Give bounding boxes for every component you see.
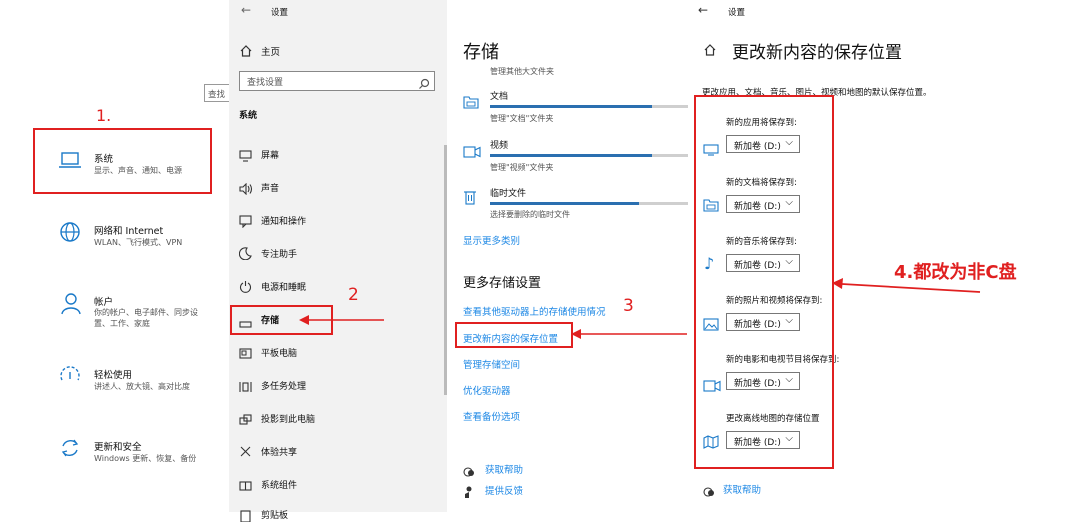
usage-bar-fill [490,105,653,108]
settings-home-panel: 查找 1. 系统 显示、声音、通知、电源 网络和 Internet WLAN、飞… [0,0,229,512]
link-backup-options[interactable]: 查看备份选项 [463,409,520,423]
sidebar-item-display[interactable]: 屏幕 [239,145,435,163]
category-title: 更新和安全 [94,442,142,453]
category-title: 网络和 Internet [94,226,164,237]
storage-item-videos[interactable]: 视频 管理"视频"文件夹 [463,135,688,175]
ease-of-access-icon [58,364,82,392]
feedback-person-icon [464,483,474,502]
category-title: 帐户 [94,297,114,308]
home-icon[interactable] [703,42,717,61]
person-icon [60,292,82,320]
usage-bar [490,105,688,108]
category-accounts[interactable]: 帐户 你的帐户、电子邮件、同步设置、工作、家庭 [58,290,223,336]
power-icon [239,278,252,297]
sidebar-item-shared-experiences[interactable]: 体验共享 [239,442,435,460]
trash-icon [463,189,477,209]
storage-item-documents[interactable]: 文档 管理"文档"文件夹 [463,86,688,126]
sidebar-item-project[interactable]: 投影到此电脑 [239,409,435,427]
link-optimize-drives[interactable]: 优化驱动器 [463,383,511,397]
sync-icon [58,436,82,464]
category-sub: 讲述人、放大镜、高对比度 [94,382,190,391]
item-sub: 管理其他大文件夹 [490,67,554,76]
sidebar-item-sound[interactable]: 声音 [239,178,435,196]
category-update-security[interactable]: 更新和安全 Windows 更新、恢复、备份 [58,434,223,470]
page-title: 更改新内容的保存位置 [732,43,902,63]
search-box-partial[interactable]: 查找 [204,84,229,102]
category-system[interactable]: 系统 显示、声音、通知、电源 [58,146,218,182]
notification-icon [239,213,252,232]
link-manage-storage-spaces[interactable]: 管理存储空间 [463,357,520,371]
sidebar-item-system-components[interactable]: 系统组件 [239,475,435,493]
category-sub: WLAN、飞行模式、VPN [94,238,183,247]
storage-page-panel: 存储 管理其他大文件夹 文档 管理"文档"文件夹 视频 管理"视频"文件夹 临时… [447,0,690,512]
save-locations-panel: ← 设置 更改新内容的保存位置 更改应用、文档、音乐、图片、视频和地图的默认保存… [690,0,1080,512]
tablet-icon [239,345,252,364]
project-icon [239,411,252,430]
section-heading: 系统 [239,111,258,121]
feedback-link[interactable]: 提供反馈 [463,483,583,498]
components-icon [239,477,252,496]
storage-item-temp-files[interactable]: 临时文件 选择要删除的临时文件 [463,183,688,223]
sidebar-item-tablet[interactable]: 平板电脑 [239,343,435,361]
category-sub: 显示、声音、通知、电源 [94,166,182,175]
page-title: 存储 [463,42,499,63]
show-more-link[interactable]: 显示更多类别 [463,233,520,247]
category-network[interactable]: 网络和 Internet WLAN、飞行模式、VPN [58,218,223,254]
category-ease-of-access[interactable]: 轻松使用 讲述人、放大镜、高对比度 [58,362,223,398]
sidebar-item-notifications[interactable]: 通知和操作 [239,211,435,229]
back-arrow-icon[interactable]: ← [698,3,708,17]
back-arrow-icon[interactable]: ← [241,3,251,17]
step1-annotation: 1. [96,106,112,125]
speaker-icon [239,180,253,199]
multitask-icon [239,378,252,397]
usage-bar-fill [490,202,639,205]
sidebar-item-multitasking[interactable]: 多任务处理 [239,376,435,394]
help-chat-icon [463,463,475,482]
help-chat-icon [703,483,715,502]
window-title: 设置 [728,8,746,18]
globe-icon [58,220,82,248]
get-help-link[interactable]: 获取帮助 [463,462,583,477]
window-title: 设置 [271,8,289,18]
share-icon [239,443,252,462]
sidebar-item-focus-assist[interactable]: 专注助手 [238,244,435,264]
link-other-drives[interactable]: 查看其他驱动器上的存储使用情况 [463,304,606,318]
get-help-link[interactable]: 获取帮助 [703,482,823,497]
step4-annotation: 4.都改为非C盘 [894,262,1017,283]
section-heading: 更多存储设置 [463,276,542,291]
highlight-save-location [455,322,573,348]
moon-icon [238,245,252,264]
search-icon[interactable] [418,75,430,94]
clipboard-icon [239,507,252,526]
step2-annotation: 2 [348,285,359,305]
monitor-icon [239,147,252,166]
usage-bar [490,202,688,205]
category-sub: 你的帐户、电子邮件、同步设置、工作、家庭 [94,308,198,328]
category-title: 系统 [94,154,114,165]
usage-bar-fill [490,154,653,157]
nav-home[interactable]: 主页 [239,42,429,60]
sidebar-item-power-sleep[interactable]: 电源和睡眠 [239,277,435,295]
arrow-to-save-location [571,329,687,339]
settings-search-input[interactable]: 查找设置 [239,71,435,91]
category-title: 轻松使用 [94,370,133,381]
folder-icon [463,94,479,114]
arrow-to-storage [299,315,384,325]
video-camera-icon [463,143,481,162]
sidebar-item-clipboard[interactable]: 剪贴板 [239,505,435,523]
step3-annotation: 3 [623,296,634,316]
laptop-icon [58,150,82,174]
usage-bar [490,154,688,157]
category-sub: Windows 更新、恢复、备份 [94,454,197,463]
home-icon [239,43,253,62]
settings-sidebar-panel: ← 设置 主页 查找设置 系统 屏幕 声音 通知和操作 专注助手 电源和睡眠 存… [229,0,447,523]
highlight-all-locations [694,95,834,469]
